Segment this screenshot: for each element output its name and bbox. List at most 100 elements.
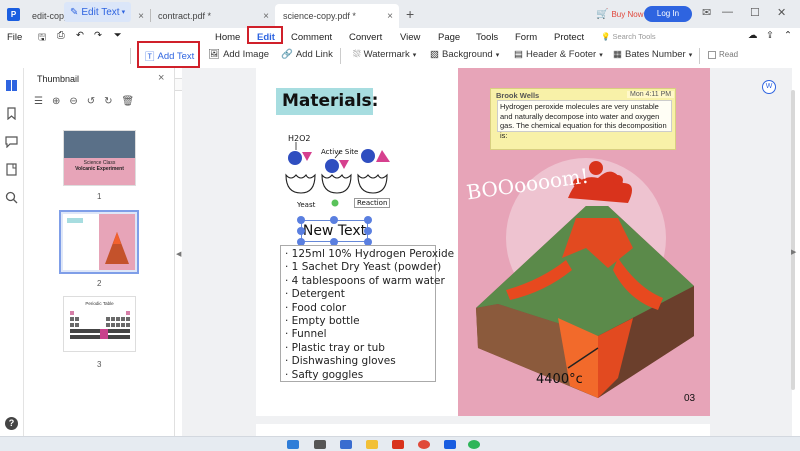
close-icon[interactable]: × (138, 11, 144, 22)
maximize-icon[interactable]: ☐ (750, 6, 760, 19)
list-item: · Food color (285, 301, 347, 314)
menu-convert[interactable]: Convert (349, 32, 382, 43)
pdf-editor-icon[interactable] (444, 440, 456, 449)
edit-text-button[interactable]: ✎ Edit Text ▾ (64, 2, 132, 22)
cloud-icon[interactable]: ☁ (748, 30, 758, 41)
read-toggle[interactable]: Read (708, 50, 738, 59)
thumbnail-left-half (63, 214, 99, 270)
collapse-ribbon-icon[interactable]: ⌃ (784, 30, 792, 41)
menu-tools[interactable]: Tools (476, 32, 498, 43)
thumbnail-page-1[interactable]: Science Class Volcanic Experiment (63, 130, 136, 186)
chrome-icon[interactable] (418, 440, 430, 449)
rotate-right-icon[interactable]: ↻ (104, 96, 112, 107)
resize-handle[interactable] (330, 216, 338, 224)
resize-handle[interactable] (297, 227, 305, 235)
search-tools-placeholder: Search Tools (612, 32, 656, 41)
comment-icon[interactable] (5, 135, 18, 148)
redo-icon[interactable]: ↷ (94, 30, 102, 41)
buy-now-label: Buy Now (611, 10, 644, 19)
close-window-icon[interactable]: ✕ (777, 6, 786, 19)
add-link-button[interactable]: 🔗 Add Link (281, 49, 333, 60)
file-explorer-icon[interactable] (366, 440, 378, 449)
close-icon[interactable]: × (158, 72, 164, 84)
share-icon[interactable]: ⇪ (766, 30, 774, 41)
toolbar-divider (130, 48, 131, 64)
resize-handle[interactable] (364, 227, 372, 235)
bates-number-button[interactable]: ▦ Bates Number ▾ (613, 49, 692, 60)
note-timestamp: Mon 4:11 PM (627, 91, 675, 98)
resize-handle[interactable] (297, 216, 305, 224)
windows-start-icon[interactable] (287, 440, 299, 449)
zoom-in-icon[interactable]: ⊕ (52, 96, 60, 107)
chevron-down-icon: ▾ (495, 51, 500, 59)
collapse-right-icon[interactable]: ▶ (791, 248, 796, 256)
thumbnail-right-half (99, 214, 135, 270)
watermark-icon: ⛆ (353, 49, 361, 60)
undo-icon[interactable]: ↶ (76, 30, 84, 41)
menu-comment[interactable]: Comment (291, 32, 332, 43)
messaging-icon[interactable] (468, 440, 480, 449)
search-icon[interactable] (5, 191, 18, 204)
bookmark-icon[interactable] (5, 107, 18, 120)
add-image-label: Add Image (223, 49, 270, 60)
list-item: · Safty goggles (285, 368, 364, 381)
search-tools-input[interactable]: 💡 Search Tools (601, 32, 656, 41)
watermark-label: Watermark (363, 49, 410, 60)
thumbnail-periodic-title: Periodic Table (85, 301, 114, 306)
resize-handle[interactable] (364, 216, 372, 224)
watermark-button[interactable]: ⛆ Watermark ▾ (353, 49, 416, 60)
thumbnail-page-2[interactable] (59, 210, 139, 274)
bates-number-icon: ▦ (613, 49, 622, 60)
lightbulb-icon: 💡 (601, 32, 611, 41)
close-icon[interactable]: × (387, 11, 393, 22)
new-tab-icon[interactable]: + (406, 6, 414, 22)
quick-access-dropdown-icon[interactable]: ⏷ (114, 30, 122, 41)
thumbnail-page-number: 3 (97, 360, 102, 369)
background-button[interactable]: ▧ Background ▾ (430, 49, 499, 60)
diagram-label-yeast: Yeast (297, 201, 316, 209)
menu-icon[interactable]: ☰ (34, 96, 43, 107)
materials-list[interactable]: · 125ml 10% Hydrogen Peroxide · 1 Sachet… (280, 245, 454, 382)
zoom-out-icon[interactable]: ⊖ (69, 96, 77, 107)
list-item: · Empty bottle (285, 315, 360, 328)
thumbnail-panel-icon[interactable] (5, 79, 18, 92)
buy-now-link[interactable]: 🛒 Buy Now (596, 9, 643, 20)
app-logo-icon: P (7, 8, 20, 21)
menu-form[interactable]: Form (515, 32, 537, 43)
chevron-down-icon: ▾ (412, 51, 417, 59)
temperature-label: 4400°c (536, 372, 583, 387)
menu-protect[interactable]: Protect (554, 32, 584, 43)
vertical-scrollbar[interactable] (791, 90, 795, 390)
thumbnail-page-3[interactable]: Periodic Table (63, 296, 136, 352)
menu-view[interactable]: View (400, 32, 420, 43)
menu-home[interactable]: Home (215, 32, 240, 43)
search-icon[interactable] (314, 440, 326, 449)
ai-assistant-icon[interactable]: W (762, 80, 776, 94)
thumbnail-panel-title: Thumbnail (37, 74, 80, 84)
note-body[interactable]: Hydrogen peroxide molecules are very uns… (497, 100, 672, 140)
close-icon[interactable]: × (263, 11, 269, 22)
add-text-highlight-frame (137, 41, 200, 68)
minimize-icon[interactable]: — (722, 6, 733, 18)
print-icon[interactable]: ⎙ (57, 30, 65, 41)
collapse-panel-icon[interactable]: ◀ (176, 250, 181, 258)
attachment-icon[interactable] (5, 163, 18, 176)
list-item: · Dishwashing gloves (285, 355, 396, 368)
add-image-button[interactable]: 🖼 Add Image (208, 49, 269, 60)
toolbar-divider (699, 48, 700, 64)
toolbar-divider (340, 48, 341, 64)
rotate-left-icon[interactable]: ↺ (87, 96, 95, 107)
delete-icon[interactable]: 🗑 (122, 96, 135, 107)
pdf-next-page (256, 424, 710, 436)
app-icon[interactable] (392, 440, 404, 449)
header-footer-button[interactable]: ▤ Header & Footer ▾ (514, 49, 603, 60)
task-view-icon[interactable] (340, 440, 352, 449)
message-icon[interactable]: ✉ (702, 6, 711, 19)
tab-science-copy[interactable]: science-copy.pdf * × (275, 4, 399, 28)
login-button[interactable]: Log In (644, 6, 692, 22)
help-icon[interactable]: ? (5, 417, 18, 430)
tab-contract[interactable]: contract.pdf * × (150, 4, 275, 28)
menu-page[interactable]: Page (438, 32, 460, 43)
menu-file[interactable]: File (7, 32, 22, 43)
background-icon: ▧ (430, 49, 439, 60)
